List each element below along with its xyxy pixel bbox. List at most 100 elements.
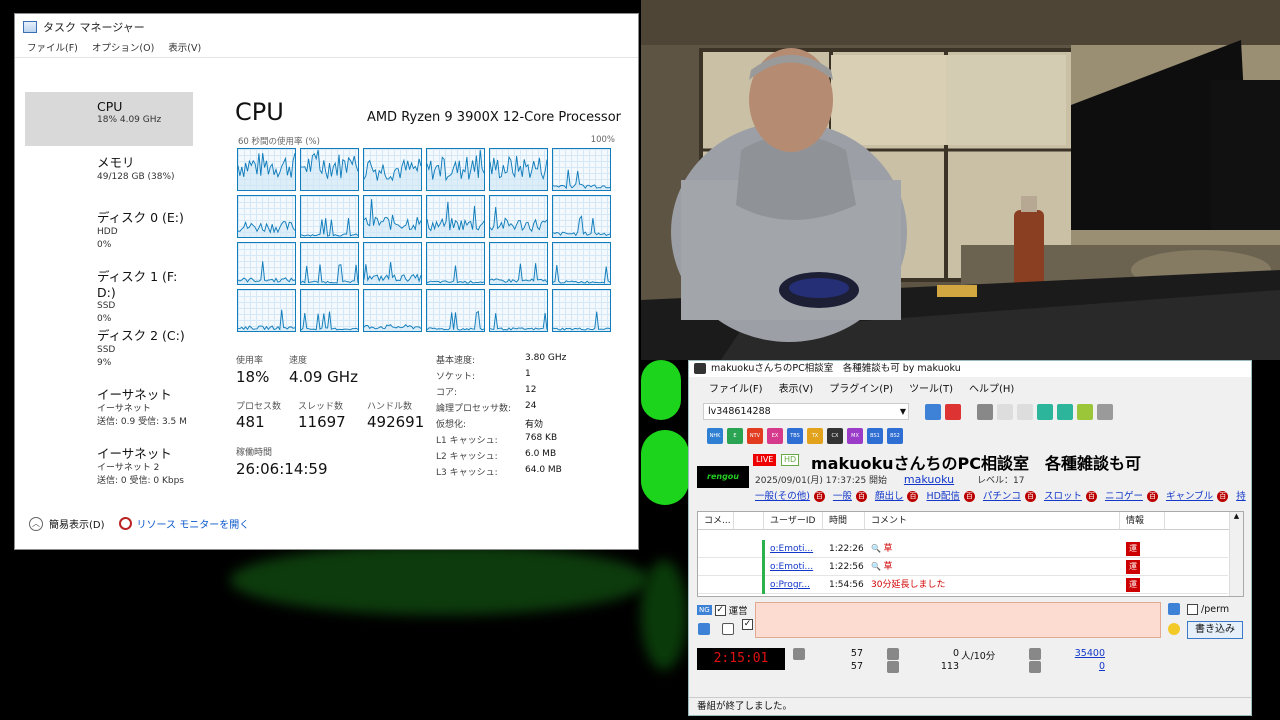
tag-link[interactable]: HD配信 [926,491,959,502]
sidebar-item-ethernet2[interactable]: イーサネット イーサネット 2 送信: 0 受信: 0 Kbps [25,443,193,493]
column-header[interactable]: 情報 [1120,512,1165,530]
channel-chip-ex[interactable]: EX [767,428,783,444]
sidebar-item-title: イーサネット [97,446,172,461]
tag-link[interactable]: ニコゲー [1105,491,1143,502]
perm-checkbox[interactable] [1187,604,1198,615]
tag-link[interactable]: スロット [1044,491,1082,502]
tag-dic-icon[interactable]: 百 [907,491,919,502]
tag-dic-icon[interactable]: 百 [1085,491,1097,502]
channel-chip-cx[interactable]: CX [827,428,843,444]
column-header[interactable] [734,512,764,530]
channel-chip-bs1[interactable]: BS1 [867,428,883,444]
usage-value: 18% [236,368,270,386]
chevron-down-icon[interactable]: ▼ [900,404,906,419]
sidebar-item-cpu[interactable]: CPU 18% 4.09 GHz [25,92,193,146]
comment-scrollbar[interactable]: ▲ [1229,512,1243,596]
ad-points-link[interactable]: 35400 [1061,648,1105,659]
ng-toggle[interactable]: NG ✓ 運営 [697,603,748,617]
disabled-tool-icon[interactable] [997,404,1013,420]
star-icon[interactable] [1077,404,1093,420]
spec-label: 論理プロセッサ数: [436,404,512,414]
channel-chip-mx[interactable]: MX [847,428,863,444]
cpu-core-graphs[interactable] [237,148,612,334]
pen-icon[interactable] [1168,603,1180,615]
sidebar-item-ethernet1[interactable]: イーサネット イーサネット 送信: 0.9 受信: 3.5 M [25,384,193,434]
tag-link[interactable]: 一般 [833,491,852,502]
tag-link[interactable]: 顔出し [875,491,904,502]
column-header[interactable]: ユーザーID [764,512,823,530]
column-header[interactable]: 時間 [823,512,865,530]
menu-view[interactable]: 表示(V) [779,380,814,395]
menu-file[interactable]: ファイル(F) [709,380,763,395]
viewer-titlebar[interactable]: makuokuさんちのPC相談室 各種雑談も可 by makuoku [689,361,1251,377]
table-row[interactable]: o:Progr... 1:54:56 30分延長しました 運 [698,576,1228,594]
tag-dic-icon[interactable]: 百 [1217,491,1229,502]
tag-dic-icon[interactable]: 百 [1024,491,1036,502]
smiley-icon[interactable] [1168,623,1180,635]
channel-chip-tbs[interactable]: TBS [787,428,803,444]
comment-count-icon [793,648,805,660]
comment-input[interactable] [755,602,1161,638]
channel-chip-tx[interactable]: TX [807,428,823,444]
resource-monitor-link[interactable]: リソース モニターを開く [137,516,250,531]
sidebar-item-disk2[interactable]: ディスク 2 (C:) SSD 9% [25,325,193,375]
sidebar-item-detail: イーサネット 2 [97,463,160,473]
menu-view[interactable]: 表示(V) [168,40,201,57]
channel-chip-nhk[interactable]: NHK [707,428,723,444]
tag-link[interactable]: パチンコ [983,491,1021,502]
spec-value: 6.0 MB [525,449,557,459]
tag-dic-icon[interactable]: 百 [1146,491,1158,502]
tag-link[interactable]: 一般(その他) [755,491,810,502]
table-row[interactable]: o:Emoti... 1:22:56 🔍 草運 [698,558,1228,576]
column-header[interactable]: コメ... [698,512,734,530]
column-header[interactable] [1165,512,1231,530]
list-icon[interactable] [722,623,734,635]
fewer-details-button[interactable]: 簡易表示(D) [49,516,105,531]
menu-help[interactable]: ヘルプ(H) [969,380,1014,395]
keyboard-icon[interactable] [698,623,710,635]
perm-toggle[interactable]: /perm [1187,604,1229,615]
menu-plugin[interactable]: プラグイン(P) [829,380,893,395]
upload-icon[interactable] [1037,404,1053,420]
menu-options[interactable]: オプション(O) [92,40,154,57]
unei-checkbox[interactable]: ✓ [714,604,726,616]
active-count: 0 [952,648,959,659]
users-icon[interactable] [1057,404,1073,420]
disconnect-icon[interactable] [945,404,961,420]
sidebar-item-disk1[interactable]: ディスク 1 (F: D:) SSD 0% [25,266,193,324]
tag-dic-icon[interactable]: 百 [963,491,975,502]
search-icon[interactable]: 🔍 [871,544,884,553]
gear-icon[interactable] [1097,404,1113,420]
menu-tools[interactable]: ツール(T) [909,380,953,395]
sidebar-item-memory[interactable]: メモリ 49/128 GB (38%) [25,152,193,196]
chevron-up-icon[interactable]: ︿ [29,516,43,531]
column-header[interactable]: コメント [865,512,1120,530]
channel-chip-e[interactable]: E [727,428,743,444]
live-id-combobox[interactable]: lv348614288 ▼ [703,403,909,420]
tag-link[interactable]: ギャンブル [1166,491,1213,502]
user-id-link[interactable]: o:Emoti... [764,540,822,558]
owner-link[interactable]: makuoku [904,473,954,486]
channel-chip-ntv[interactable]: NTV [747,428,763,444]
table-row[interactable]: o:Emoti... 1:22:26 🔍 草運 [698,540,1228,558]
tag-dic-icon[interactable]: 百 [855,491,867,502]
spec-label: 仮想化: [436,420,467,430]
community-logo: rengou [697,466,749,488]
sidebar-item-disk0[interactable]: ディスク 0 (E:) HDD 0% [25,207,193,257]
spec-label: L1 キャッシュ: [436,436,498,446]
menu-file[interactable]: ファイル(F) [27,40,78,57]
tag-link[interactable]: 持 [1236,491,1246,502]
user-id-link[interactable]: o:Progr... [764,576,822,594]
option-checkbox[interactable]: ✓ [742,619,753,630]
search-icon[interactable]: 🔍 [871,562,884,571]
task-manager-titlebar[interactable]: タスク マネージャー [15,14,638,40]
gift-points-link[interactable]: 0 [1061,661,1105,672]
disabled-tool-icon[interactable] [1017,404,1033,420]
connect-icon[interactable] [925,404,941,420]
user-id-link[interactable]: o:Emoti... [764,558,822,576]
write-button[interactable]: 書き込み [1187,621,1243,639]
tag-dic-icon[interactable]: 百 [813,491,825,502]
cpu-core-graph [300,195,359,238]
undo-icon[interactable] [977,404,993,420]
channel-chip-bs2[interactable]: BS2 [887,428,903,444]
